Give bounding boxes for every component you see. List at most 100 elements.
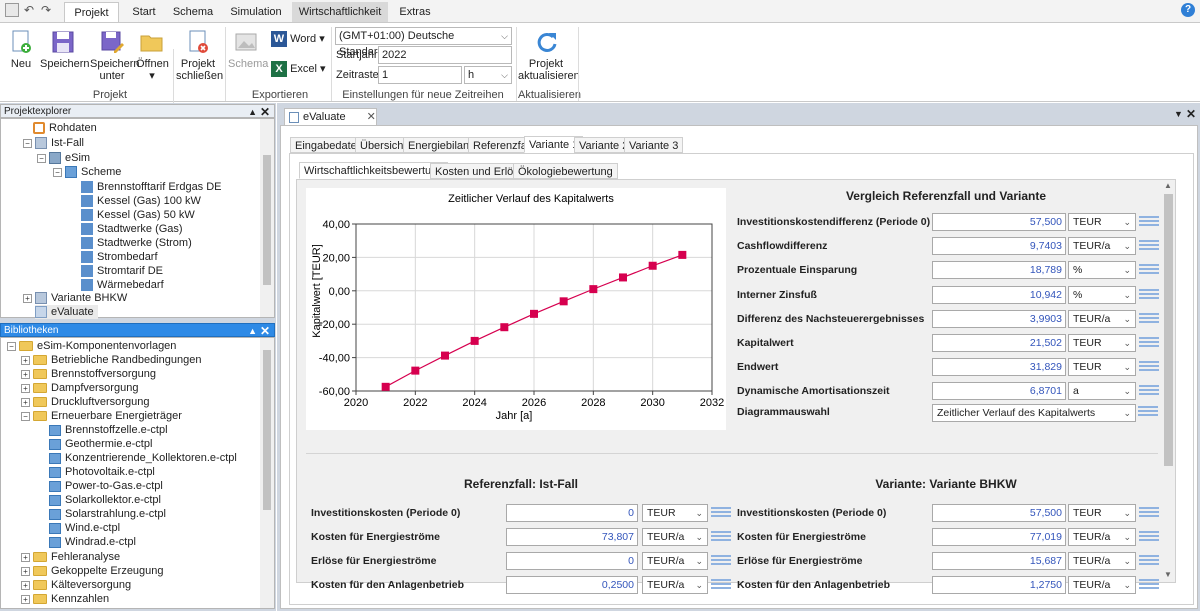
tab-wirtschaftlichkeit[interactable]: Wirtschaftlichkeit xyxy=(292,2,388,22)
tree-item-component[interactable]: Kessel (Gas) 100 kW xyxy=(81,194,201,208)
tree-item-variante-bhkw[interactable]: + Variante BHKW xyxy=(23,291,127,305)
pin-icon[interactable]: ▲ xyxy=(248,324,257,338)
row-value[interactable]: 0 xyxy=(506,504,638,522)
tree-item-component[interactable]: Stadtwerke (Strom) xyxy=(81,236,192,250)
tree-item-component[interactable]: Kessel (Gas) 50 kW xyxy=(81,208,195,222)
scroll-down-icon[interactable]: ▼ xyxy=(1164,570,1172,579)
lib-file[interactable]: Geothermie.e-ctpl xyxy=(49,437,152,451)
scrollbar-thumb[interactable] xyxy=(263,350,271,510)
startjahr-input[interactable]: 2022 xyxy=(378,46,512,64)
tab-simulation[interactable]: Simulation xyxy=(224,2,288,22)
neu-button[interactable]: Neu xyxy=(6,29,36,70)
projekt-schliessen-button[interactable]: Projekt schließen xyxy=(176,29,223,82)
unit-select[interactable]: TEUR/a ⌄ xyxy=(642,552,708,570)
lib-file[interactable]: Photovoltaik.e-ctpl xyxy=(49,465,155,479)
row-value[interactable]: 73,807 xyxy=(506,528,638,546)
collapse-icon[interactable]: − xyxy=(21,411,30,421)
expand-icon[interactable]: + xyxy=(21,580,30,590)
tab-oekologiebewertung[interactable]: Ökologiebewertung xyxy=(513,163,618,179)
row-value[interactable]: 77,019 xyxy=(932,528,1066,546)
timezone-select[interactable]: (GMT+01:00) Deutsche Standardzeit xyxy=(335,27,512,58)
dropdown-icon[interactable]: ▼ xyxy=(1174,109,1183,119)
tree-item-esim[interactable]: − eSim xyxy=(37,151,90,165)
row-value[interactable]: 31,829 xyxy=(932,358,1066,377)
close-icon[interactable]: ✕ xyxy=(260,105,270,119)
menu-icon[interactable] xyxy=(1139,288,1159,302)
tree-item-ist-fall[interactable]: − Ist-Fall xyxy=(23,136,84,150)
tree-item-component[interactable]: Stromtarif DE xyxy=(81,264,163,278)
tab-variante-3[interactable]: Variante 3 xyxy=(624,137,684,153)
lib-file[interactable]: Power-to-Gas.e-ctpl xyxy=(49,479,163,493)
zeitraster-input[interactable]: 1 xyxy=(378,66,462,84)
tree-item-scheme[interactable]: − Scheme xyxy=(53,165,121,179)
unit-select[interactable]: TEUR ⌄ xyxy=(1068,213,1136,231)
lib-file[interactable]: Brennstoffzelle.e-ctpl xyxy=(49,423,168,437)
menu-icon[interactable] xyxy=(1139,507,1159,520)
projekt-aktualisieren-button[interactable]: Projekt aktualisieren xyxy=(518,29,580,82)
lib-folder[interactable]: + Druckluftversorgung xyxy=(21,395,149,409)
unit-select[interactable]: TEUR/a ⌄ xyxy=(1068,552,1136,570)
unit-select[interactable]: TEUR ⌄ xyxy=(1068,334,1136,352)
speichern-button[interactable]: Speichern xyxy=(40,29,90,70)
help-icon[interactable]: ? xyxy=(1181,3,1195,17)
lib-file[interactable]: Windrad.e-ctpl xyxy=(49,535,136,549)
menu-icon[interactable] xyxy=(1139,385,1159,398)
scroll-up-icon[interactable]: ▲ xyxy=(1164,181,1172,190)
row-value[interactable]: 57,500 xyxy=(932,504,1066,522)
lib-file[interactable]: Solarkollektor.e-ctpl xyxy=(49,493,161,507)
menu-icon[interactable] xyxy=(1139,216,1159,229)
row-value[interactable]: 18,789 xyxy=(932,261,1066,280)
lib-folder[interactable]: + Betriebliche Randbedingungen xyxy=(21,353,201,367)
expand-icon[interactable]: + xyxy=(21,383,30,393)
expand-icon[interactable]: + xyxy=(21,552,30,562)
tree-item-component[interactable]: Stadtwerke (Gas) xyxy=(81,222,183,236)
unit-select[interactable]: TEUR/a ⌄ xyxy=(1068,576,1136,594)
unit-select[interactable]: TEUR ⌄ xyxy=(1068,504,1136,522)
menu-icon[interactable] xyxy=(1139,361,1159,374)
close-icon[interactable]: ✕ xyxy=(1186,107,1196,121)
lib-file[interactable]: Konzentrierende_Kollektoren.e-ctpl xyxy=(49,451,237,465)
unit-select[interactable]: % ⌄ xyxy=(1068,285,1136,304)
app-icon[interactable] xyxy=(5,3,19,17)
row-value[interactable]: 9,7403 xyxy=(932,237,1066,256)
tab-wirtschaftlichkeitsbewertung[interactable]: Wirtschaftlichkeitsbewertung xyxy=(299,162,449,179)
expand-icon[interactable]: + xyxy=(21,397,30,407)
lib-file[interactable]: Solarstrahlung.e-ctpl xyxy=(49,507,166,521)
tab-start[interactable]: Start xyxy=(124,2,164,22)
menu-icon[interactable] xyxy=(1139,555,1159,568)
unit-select[interactable]: TEUR ⌄ xyxy=(642,504,708,522)
lib-folder[interactable]: − eSim-Komponentenvorlagen xyxy=(7,339,176,353)
tab-schema[interactable]: Schema xyxy=(168,2,218,22)
menu-icon[interactable] xyxy=(711,531,731,544)
unit-select[interactable]: TEUR/a ⌄ xyxy=(642,528,708,546)
unit-select[interactable]: TEUR/a ⌄ xyxy=(642,576,708,594)
scrollbar[interactable] xyxy=(260,119,274,317)
diagrammauswahl-select[interactable]: Zeitlicher Verlauf des Kapitalwerts ⌄ xyxy=(932,404,1136,422)
zeitraster-unit-select[interactable]: h xyxy=(464,66,512,84)
collapse-icon[interactable]: − xyxy=(37,153,46,163)
tree-item-evaluate[interactable]: eValuate xyxy=(35,305,98,319)
unit-select[interactable]: TEUR/a ⌄ xyxy=(1068,309,1136,328)
close-icon[interactable]: ✕ xyxy=(367,111,376,123)
row-value[interactable]: 57,500 xyxy=(932,213,1066,231)
tree-item-rohdaten[interactable]: Rohdaten xyxy=(33,121,97,135)
expand-icon[interactable]: + xyxy=(21,566,30,576)
menu-icon[interactable] xyxy=(1139,579,1159,592)
expand-icon[interactable]: + xyxy=(21,369,30,379)
scrollbar[interactable] xyxy=(260,338,274,608)
row-value[interactable]: 0,2500 xyxy=(506,576,638,594)
lib-folder[interactable]: + Kälteversorgung xyxy=(21,578,131,592)
document-tab-evaluate[interactable]: eValuate ✕ xyxy=(284,108,377,125)
pin-icon[interactable]: ▲ xyxy=(248,105,257,119)
row-value[interactable]: 21,502 xyxy=(932,334,1066,352)
unit-select[interactable]: a ⌄ xyxy=(1068,382,1136,401)
row-value[interactable]: 1,2750 xyxy=(932,576,1066,594)
lib-folder[interactable]: + Kennzahlen xyxy=(21,592,109,606)
oeffnen-button[interactable]: Öffnen ▾ xyxy=(136,29,169,82)
lib-file[interactable]: Wind.e-ctpl xyxy=(49,521,120,535)
tree-item-component[interactable]: Wärmebedarf xyxy=(81,278,164,292)
tab-extras[interactable]: Extras xyxy=(394,2,436,22)
tree-item-component[interactable]: Strombedarf xyxy=(81,250,158,264)
redo-icon[interactable]: ↷ xyxy=(39,3,53,17)
unit-select[interactable]: TEUR ⌄ xyxy=(1068,358,1136,377)
